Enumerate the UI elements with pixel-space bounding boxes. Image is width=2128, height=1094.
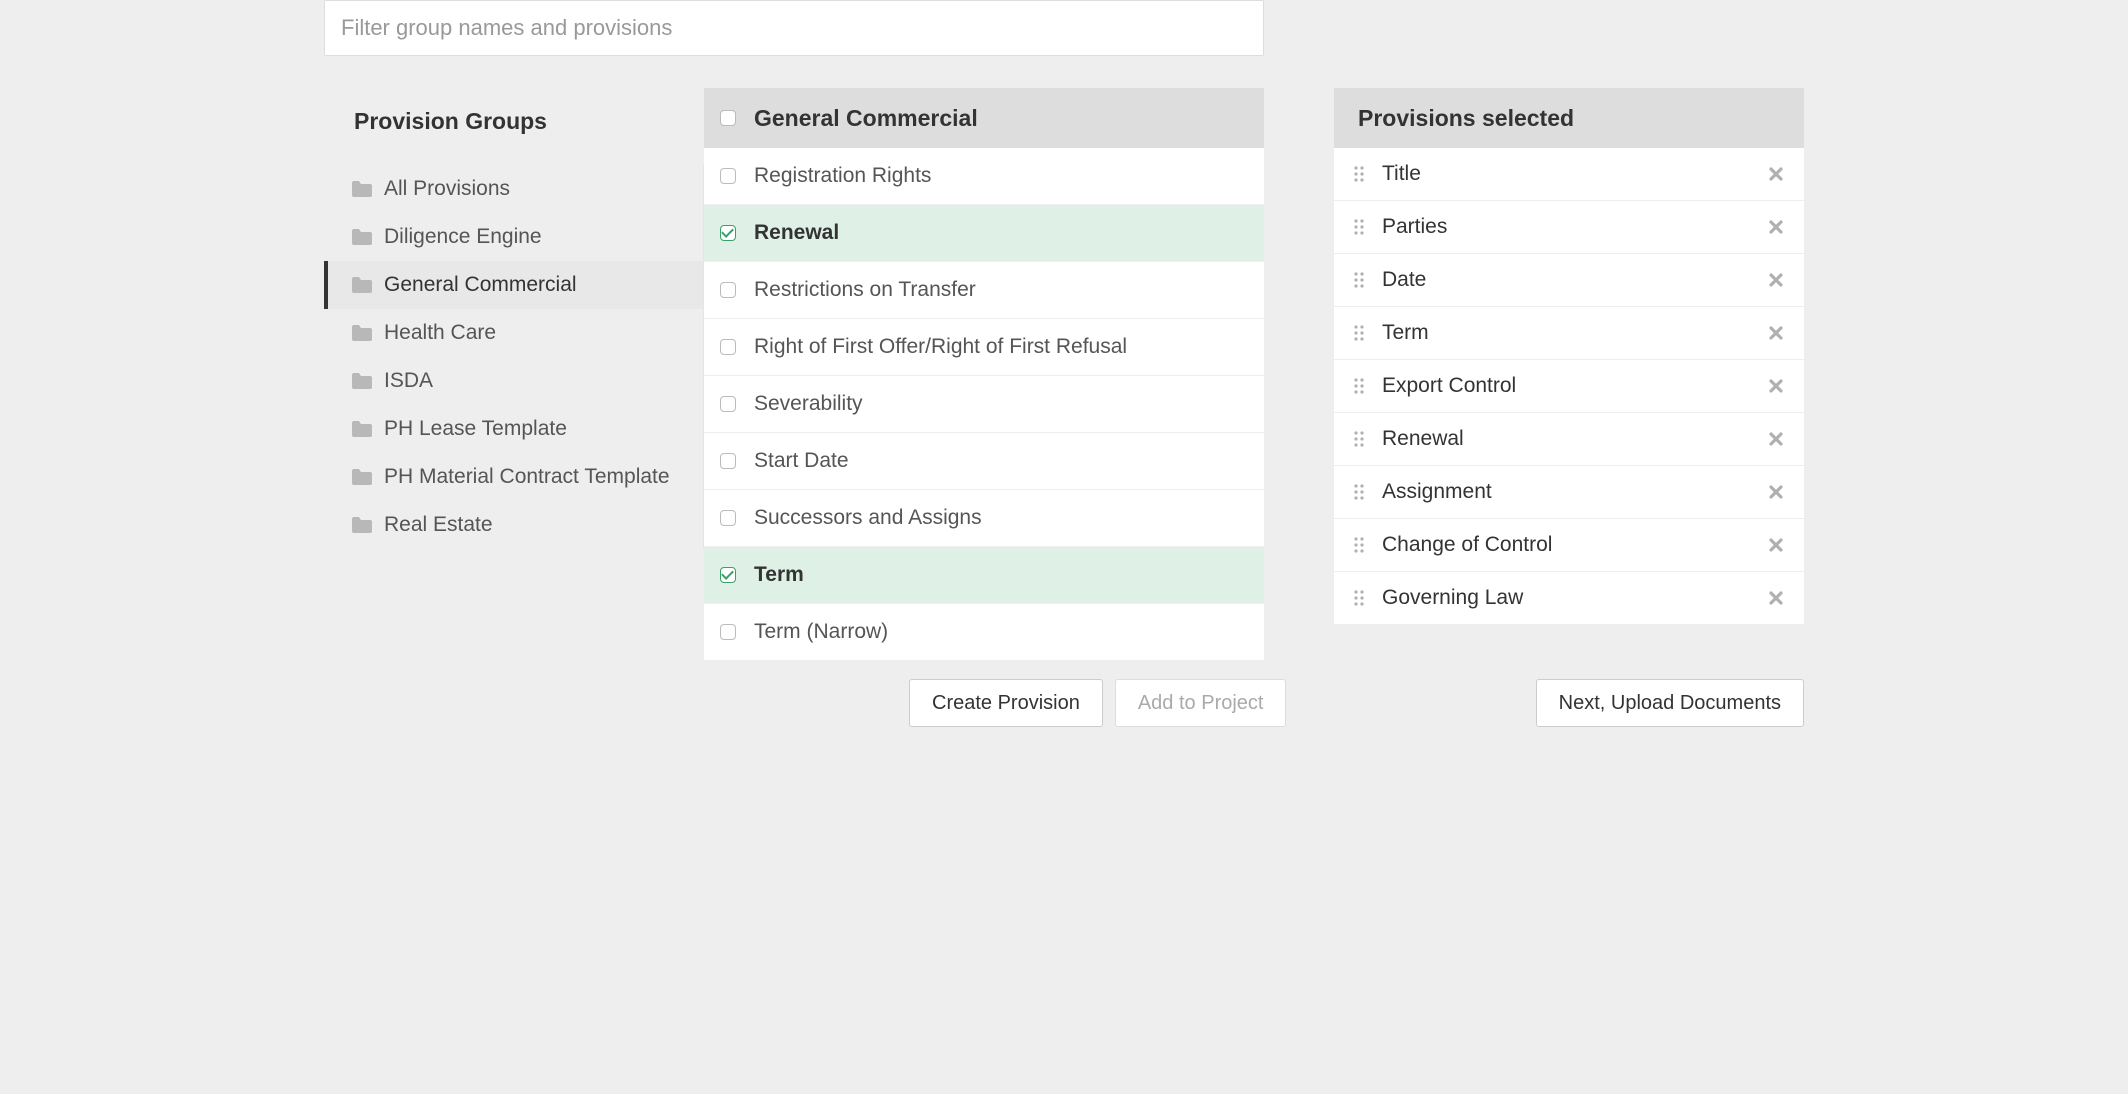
selected-header-title: Provisions selected: [1334, 88, 1804, 148]
provisions-header-title: General Commercial: [754, 105, 978, 132]
provision-groups-title: Provision Groups: [324, 88, 704, 165]
sidebar-group-item[interactable]: ISDA: [324, 357, 703, 405]
folder-icon: [352, 325, 372, 341]
provision-label: Registration Rights: [754, 164, 931, 188]
selected-row: Governing Law: [1334, 572, 1804, 625]
folder-icon: [352, 421, 372, 437]
drag-handle-icon[interactable]: [1354, 430, 1364, 448]
sidebar-group-item[interactable]: PH Material Contract Template: [324, 453, 703, 501]
selected-panel: Provisions selected Title Parties Date Term…: [1334, 88, 1804, 661]
provision-checkbox[interactable]: [720, 567, 736, 583]
provision-row[interactable]: Successors and Assigns: [704, 490, 1264, 547]
provision-row[interactable]: Start Date: [704, 433, 1264, 490]
drag-handle-icon[interactable]: [1354, 589, 1364, 607]
sidebar-group-label: Diligence Engine: [384, 225, 542, 249]
sidebar-group-label: PH Lease Template: [384, 417, 567, 441]
drag-handle-icon[interactable]: [1354, 483, 1364, 501]
provision-label: Term (Narrow): [754, 620, 888, 644]
sidebar-group-label: Health Care: [384, 321, 496, 345]
provision-label: Right of First Offer/Right of First Refu…: [754, 335, 1127, 359]
sidebar-group-label: Real Estate: [384, 513, 493, 537]
remove-icon[interactable]: [1768, 166, 1784, 182]
selected-row: Term: [1334, 307, 1804, 360]
remove-icon[interactable]: [1768, 431, 1784, 447]
sidebar-group-item[interactable]: All Provisions: [324, 165, 703, 213]
sidebar-group-item[interactable]: Diligence Engine: [324, 213, 703, 261]
selected-label: Export Control: [1382, 374, 1750, 398]
folder-icon: [352, 181, 372, 197]
provision-label: Restrictions on Transfer: [754, 278, 976, 302]
selected-label: Governing Law: [1382, 586, 1750, 610]
remove-icon[interactable]: [1768, 272, 1784, 288]
selected-row: Export Control: [1334, 360, 1804, 413]
folder-icon: [352, 277, 372, 293]
provision-row[interactable]: Registration Rights: [704, 148, 1264, 205]
provision-checkbox[interactable]: [720, 282, 736, 298]
selected-row: Change of Control: [1334, 519, 1804, 572]
drag-handle-icon[interactable]: [1354, 165, 1364, 183]
provision-label: Successors and Assigns: [754, 506, 982, 530]
sidebar-group-item[interactable]: General Commercial: [324, 261, 703, 309]
selected-label: Assignment: [1382, 480, 1750, 504]
select-all-checkbox[interactable]: [720, 110, 736, 126]
drag-handle-icon[interactable]: [1354, 377, 1364, 395]
provision-row[interactable]: Renewal: [704, 205, 1264, 262]
selected-row: Date: [1334, 254, 1804, 307]
provision-checkbox[interactable]: [720, 168, 736, 184]
selected-row: Parties: [1334, 201, 1804, 254]
sidebar-group-label: General Commercial: [384, 273, 577, 297]
provision-label: Severability: [754, 392, 863, 416]
folder-icon: [352, 517, 372, 533]
provision-checkbox[interactable]: [720, 624, 736, 640]
sidebar-group-label: PH Material Contract Template: [384, 465, 670, 489]
drag-handle-icon[interactable]: [1354, 271, 1364, 289]
sidebar-group-item[interactable]: PH Lease Template: [324, 405, 703, 453]
drag-handle-icon[interactable]: [1354, 324, 1364, 342]
selected-label: Renewal: [1382, 427, 1750, 451]
selected-row: Title: [1334, 148, 1804, 201]
selected-row: Renewal: [1334, 413, 1804, 466]
sidebar-group-item[interactable]: Real Estate: [324, 501, 703, 549]
sidebar-group-label: ISDA: [384, 369, 433, 393]
provision-row[interactable]: Right of First Offer/Right of First Refu…: [704, 319, 1264, 376]
folder-icon: [352, 229, 372, 245]
sidebar-group-item[interactable]: Health Care: [324, 309, 703, 357]
selected-label: Change of Control: [1382, 533, 1750, 557]
remove-icon[interactable]: [1768, 590, 1784, 606]
provision-label: Term: [754, 563, 804, 587]
provision-row[interactable]: Severability: [704, 376, 1264, 433]
add-to-project-button[interactable]: Add to Project: [1115, 679, 1287, 727]
drag-handle-icon[interactable]: [1354, 536, 1364, 554]
remove-icon[interactable]: [1768, 325, 1784, 341]
provision-row[interactable]: Restrictions on Transfer: [704, 262, 1264, 319]
remove-icon[interactable]: [1768, 537, 1784, 553]
provision-row[interactable]: Term (Narrow): [704, 604, 1264, 661]
folder-icon: [352, 373, 372, 389]
filter-input[interactable]: [324, 0, 1264, 56]
selected-label: Title: [1382, 162, 1750, 186]
provisions-header: General Commercial: [704, 88, 1264, 148]
provision-checkbox[interactable]: [720, 225, 736, 241]
provision-row[interactable]: Term: [704, 547, 1264, 604]
provision-checkbox[interactable]: [720, 396, 736, 412]
folder-icon: [352, 469, 372, 485]
selected-label: Term: [1382, 321, 1750, 345]
provisions-panel: General Commercial Registration Rights Re…: [704, 88, 1264, 661]
provision-groups-panel: Provision Groups All Provisions Diligence…: [324, 88, 704, 661]
selected-label: Parties: [1382, 215, 1750, 239]
provision-checkbox[interactable]: [720, 453, 736, 469]
provision-label: Renewal: [754, 221, 839, 245]
next-upload-documents-button[interactable]: Next, Upload Documents: [1536, 679, 1804, 727]
selected-label: Date: [1382, 268, 1750, 292]
remove-icon[interactable]: [1768, 219, 1784, 235]
sidebar-group-label: All Provisions: [384, 177, 510, 201]
provision-checkbox[interactable]: [720, 339, 736, 355]
drag-handle-icon[interactable]: [1354, 218, 1364, 236]
selected-row: Assignment: [1334, 466, 1804, 519]
create-provision-button[interactable]: Create Provision: [909, 679, 1103, 727]
provision-label: Start Date: [754, 449, 849, 473]
provision-checkbox[interactable]: [720, 510, 736, 526]
remove-icon[interactable]: [1768, 484, 1784, 500]
remove-icon[interactable]: [1768, 378, 1784, 394]
